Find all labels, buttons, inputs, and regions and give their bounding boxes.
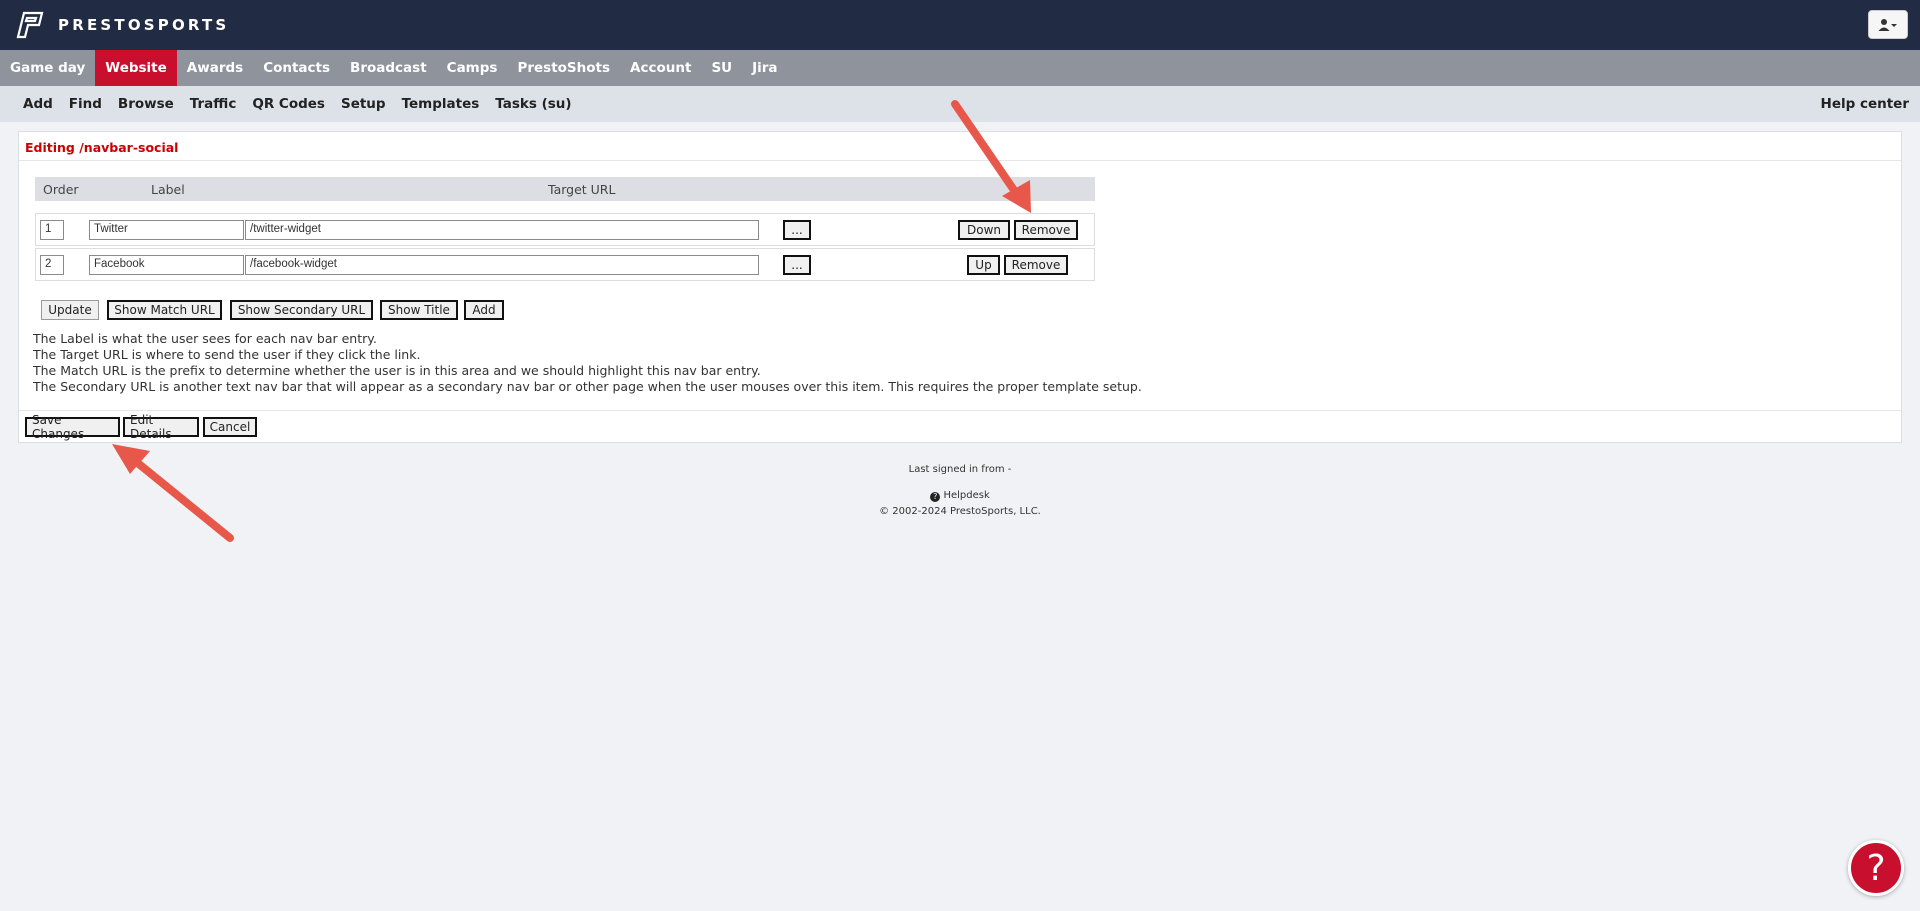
- nav-item-broadcast[interactable]: Broadcast: [340, 50, 437, 86]
- subnav-tasks[interactable]: Tasks (su): [495, 96, 571, 112]
- subnav-setup[interactable]: Setup: [341, 96, 386, 112]
- subnav-browse[interactable]: Browse: [118, 96, 174, 112]
- remove-button[interactable]: Remove: [1004, 255, 1068, 275]
- header-order: Order: [43, 182, 79, 197]
- user-menu-button[interactable]: [1868, 10, 1908, 39]
- help-line-match: The Match URL is the prefix to determine…: [33, 363, 761, 378]
- subnav-templates[interactable]: Templates: [402, 96, 480, 112]
- nav-item-camps[interactable]: Camps: [437, 50, 508, 86]
- prestosports-logo-icon: [16, 11, 44, 39]
- up-button[interactable]: Up: [967, 255, 1000, 275]
- panel-divider: [19, 410, 1901, 411]
- header-target-url: Target URL: [548, 182, 616, 197]
- sub-nav: Add Find Browse Traffic QR Codes Setup T…: [0, 86, 1920, 122]
- help-line-secondary: The Secondary URL is another text nav ba…: [33, 379, 1142, 394]
- label-input[interactable]: Twitter: [89, 220, 244, 240]
- helpdesk-link[interactable]: ? Helpdesk: [0, 490, 1920, 502]
- question-circle-icon: ?: [930, 492, 941, 502]
- subnav-traffic[interactable]: Traffic: [190, 96, 237, 112]
- update-button[interactable]: Update: [41, 300, 99, 320]
- save-changes-button[interactable]: Save Changes: [25, 413, 120, 441]
- help-line-target: The Target URL is where to send the user…: [33, 347, 421, 362]
- label-input[interactable]: Facebook: [89, 255, 244, 275]
- order-input[interactable]: 2: [40, 255, 64, 275]
- subnav-qr-codes[interactable]: QR Codes: [252, 96, 325, 112]
- cancel-button[interactable]: Cancel: [203, 417, 257, 437]
- question-mark-icon: ?: [1866, 847, 1886, 889]
- user-icon: [1878, 18, 1897, 31]
- help-center-link[interactable]: Help center: [1821, 96, 1909, 112]
- nav-item-su[interactable]: SU: [701, 50, 742, 86]
- last-signed-in: Last signed in from -: [908, 464, 1012, 475]
- nav-item-contacts[interactable]: Contacts: [253, 50, 340, 86]
- target-url-input[interactable]: /twitter-widget: [245, 220, 759, 240]
- help-text: The Label is what the user sees for each…: [33, 331, 1142, 395]
- show-secondary-url-button[interactable]: Show Secondary URL: [230, 300, 373, 320]
- helpdesk-label: Helpdesk: [943, 490, 990, 501]
- subnav-find[interactable]: Find: [69, 96, 102, 112]
- remove-button[interactable]: Remove: [1014, 220, 1078, 240]
- brand-bar: PRESTOSPORTS: [0, 0, 1920, 50]
- nav-item-prestoshots[interactable]: PrestoShots: [507, 50, 620, 86]
- brand-name: PRESTOSPORTS: [58, 16, 230, 34]
- show-match-url-button[interactable]: Show Match URL: [107, 300, 222, 320]
- add-button[interactable]: Add: [464, 300, 504, 320]
- main-nav: Game day Website Awards Contacts Broadca…: [0, 50, 1920, 86]
- nav-item-account[interactable]: Account: [620, 50, 701, 86]
- down-button[interactable]: Down: [958, 220, 1010, 240]
- nav-item-game-day[interactable]: Game day: [0, 50, 95, 86]
- nav-item-awards[interactable]: Awards: [177, 50, 253, 86]
- nav-item-website[interactable]: Website: [95, 50, 177, 86]
- caret-down-icon: [1891, 23, 1897, 27]
- edit-details-button[interactable]: Edit Details: [123, 413, 199, 441]
- copyright: © 2002-2024 PrestoSports, LLC.: [879, 506, 1041, 517]
- order-input[interactable]: 1: [40, 220, 64, 240]
- edit-panel: Editing /navbar-social Order Label Targe…: [18, 131, 1902, 443]
- header-label: Label: [151, 182, 185, 197]
- table-row: 1 Twitter /twitter-widget ... Down Remov…: [35, 213, 1095, 246]
- nav-item-jira[interactable]: Jira: [742, 50, 787, 86]
- table-header: Order Label Target URL: [35, 177, 1095, 201]
- browse-button[interactable]: ...: [783, 255, 811, 275]
- help-question-button[interactable]: ?: [1848, 840, 1904, 896]
- browse-button[interactable]: ...: [783, 220, 811, 240]
- panel-title: Editing /navbar-social: [19, 132, 1901, 161]
- logo[interactable]: PRESTOSPORTS: [14, 10, 229, 40]
- table-row: 2 Facebook /facebook-widget ... Up Remov…: [35, 248, 1095, 281]
- help-line-label: The Label is what the user sees for each…: [33, 331, 377, 346]
- subnav-add[interactable]: Add: [23, 96, 53, 112]
- target-url-input[interactable]: /facebook-widget: [245, 255, 759, 275]
- show-title-button[interactable]: Show Title: [380, 300, 458, 320]
